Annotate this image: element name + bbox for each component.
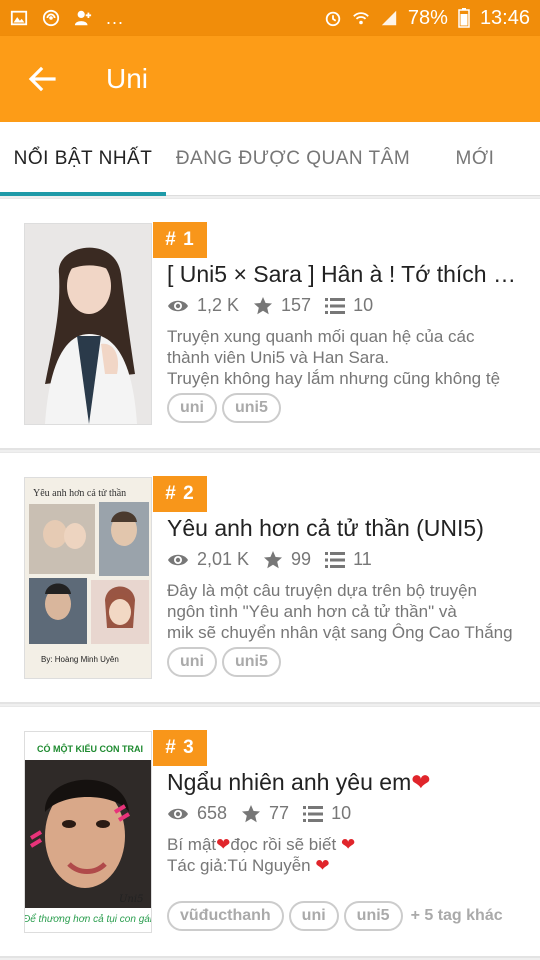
tag-list: vũđucthanh uni uni5 + 5 tag khác <box>167 901 503 931</box>
story-cover[interactable]: Yêu anh hơn cả tử thần By: Hoàng Minh Uy… <box>24 477 152 679</box>
alarm-icon <box>325 11 341 27</box>
description-line: Truyện không hay lắm nhưng cũng không tệ <box>167 369 501 388</box>
heart-icon: ❤ <box>216 835 231 854</box>
tag-list: uni uni5 <box>167 647 281 677</box>
tag-chip[interactable]: uni5 <box>222 393 281 423</box>
story-list: # 1 [ Uni5 × Sara ] Hân à ! Tớ thích cậu… <box>0 198 540 960</box>
description-line: Bí mật❤đọc rồi sẽ biết ❤ <box>167 834 519 855</box>
tag-chip[interactable]: uni <box>288 901 339 931</box>
part-count: 11 <box>353 549 372 569</box>
cover-title: Yêu anh hơn cả tử thần <box>33 488 126 499</box>
rank-badge: # 3 <box>153 730 207 766</box>
story-title[interactable]: [ Uni5 × Sara ] Hân à ! Tớ thích cậu <box>167 261 519 288</box>
tag-chip[interactable]: uni <box>167 647 217 677</box>
part-count: 10 <box>353 295 374 315</box>
description-line: Truyện xung quanh mối quan hệ của các <box>167 327 475 346</box>
cover-signature: Uni5 <box>119 894 143 905</box>
tag-chip[interactable]: uni5 <box>343 901 403 931</box>
heart-icon: ❤ <box>315 856 330 875</box>
story-card[interactable]: # 1 [ Uni5 × Sara ] Hân à ! Tớ thích cậu… <box>0 198 540 450</box>
cover-author: By: Hoàng Minh Uyên <box>41 655 119 664</box>
list-icon <box>325 297 346 314</box>
user-add-icon <box>74 10 92 26</box>
story-title-text: Ngẩu nhiên anh yêu em <box>167 769 412 795</box>
tag-chip[interactable]: uni <box>167 393 217 423</box>
cover-bottom-text: Để thương hơn cả tụi con gái <box>25 913 152 925</box>
view-count: 2,01 K <box>197 549 250 569</box>
back-button[interactable] <box>12 49 72 109</box>
view-count: 658 <box>197 803 228 823</box>
story-description: Bí mật❤đọc rồi sẽ biết ❤ Tác giả:Tú Nguy… <box>167 834 519 876</box>
story-stats: 2,01 K 99 11 <box>167 549 386 570</box>
heart-icon: ❤ <box>411 769 431 795</box>
description-text: đọc rồi sẽ biết <box>230 835 341 854</box>
clock: 13:46 <box>479 6 530 29</box>
battery-percent: 78% <box>407 6 448 29</box>
rank-badge: # 2 <box>153 476 207 512</box>
app-bar: Uni <box>0 36 540 122</box>
story-cover[interactable]: CÓ MỘT KIỂU CON TRAI Uni5 Để thương hơn … <box>24 731 152 933</box>
vote-count: 157 <box>281 295 312 315</box>
star-icon <box>264 550 283 568</box>
star-icon <box>242 804 261 822</box>
gallery-icon <box>10 10 28 26</box>
tab-new[interactable]: MỚI <box>420 122 530 196</box>
eye-icon <box>168 554 188 565</box>
description-text: Tác giả:Tú Nguyễn <box>167 856 316 875</box>
rank-badge: # 1 <box>153 222 207 258</box>
description-line: Tác giả:Tú Nguyễn ❤ <box>167 855 519 876</box>
part-count: 10 <box>331 803 352 823</box>
story-card[interactable]: Yêu anh hơn cả tử thần By: Hoàng Minh Uy… <box>0 452 540 704</box>
tag-list: uni uni5 <box>167 393 281 423</box>
status-bar: ... 78% 13:46 <box>0 0 540 36</box>
cover-top-text: CÓ MỘT KIỂU CON TRAI <box>37 743 143 754</box>
eye-icon <box>168 300 188 311</box>
story-title[interactable]: Ngẩu nhiên anh yêu em❤ <box>167 769 519 796</box>
story-title[interactable]: Yêu anh hơn cả tử thần (UNI5) <box>167 515 519 542</box>
description-line: mik sẽ chuyển nhân vật sang Ông Cao Thắn… <box>167 623 513 642</box>
tag-chip[interactable]: vũđucthanh <box>167 901 284 931</box>
tag-chip[interactable]: uni5 <box>222 647 281 677</box>
story-card[interactable]: CÓ MỘT KIỂU CON TRAI Uni5 Để thương hơn … <box>0 706 540 958</box>
view-count: 1,2 K <box>197 295 240 315</box>
more-notifications: ... <box>106 7 125 28</box>
description-text: Bí mật <box>167 835 217 854</box>
arrow-left-icon <box>28 66 56 92</box>
wifi-icon <box>353 12 369 25</box>
story-stats: 658 77 10 <box>167 803 365 824</box>
story-stats: 1,2 K 157 10 <box>167 295 387 316</box>
story-description: Đây là một câu truyện dựa trên bộ truyện… <box>167 580 519 643</box>
description-line: ngôn tình "Yêu anh hơn cả tử thần" và <box>167 602 457 621</box>
list-icon <box>303 805 324 822</box>
tab-featured[interactable]: NỔI BẬT NHẤT <box>0 122 166 196</box>
battery-icon <box>458 8 470 28</box>
sync-icon <box>42 9 60 27</box>
star-icon <box>254 296 273 314</box>
description-line: Đây là một câu truyện dựa trên bộ truyện <box>167 581 477 600</box>
description-line: thành viên Uni5 và Han Sara. <box>167 348 390 367</box>
story-description: Truyện xung quanh mối quan hệ của các th… <box>167 326 519 389</box>
vote-count: 99 <box>291 549 312 569</box>
page-title: Uni <box>106 63 149 94</box>
signal-icon <box>381 10 397 26</box>
more-tags-link[interactable]: + 5 tag khác <box>411 907 503 925</box>
eye-icon <box>168 808 188 819</box>
tab-bar: NỔI BẬT NHẤT ĐANG ĐƯỢC QUAN TÂM MỚI <box>0 122 540 196</box>
list-icon <box>325 551 346 568</box>
vote-count: 77 <box>269 803 290 823</box>
tab-trending[interactable]: ĐANG ĐƯỢC QUAN TÂM <box>166 122 420 196</box>
story-cover[interactable] <box>24 223 152 425</box>
heart-icon: ❤ <box>340 835 356 854</box>
